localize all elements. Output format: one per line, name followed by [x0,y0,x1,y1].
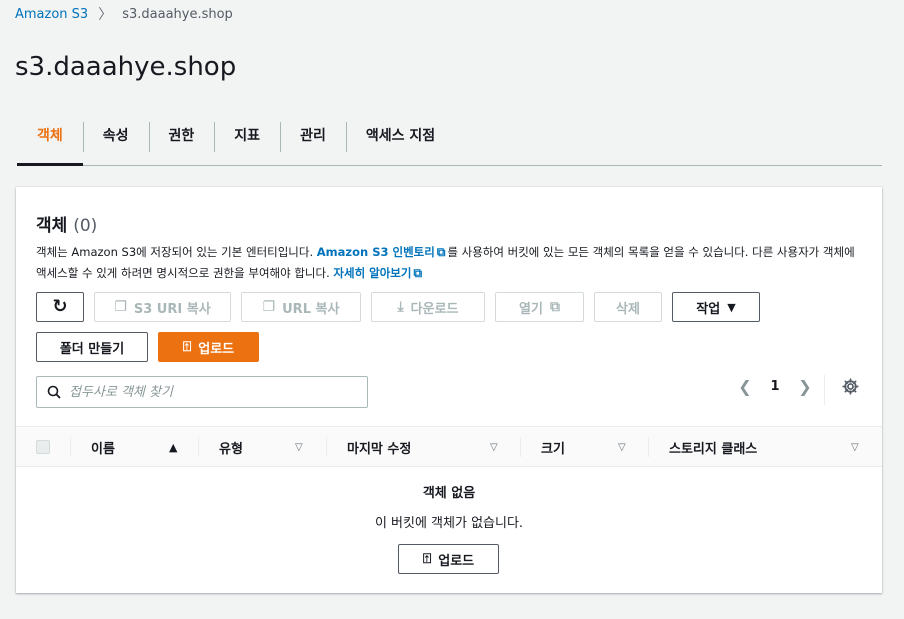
pagination: ❮ 1 ❯ [736,377,814,396]
upload-button[interactable]: ⍐ 업로드 [158,332,259,362]
copy-url-button[interactable]: ❐ URL 복사 [241,292,361,322]
empty-state-title: 객체 없음 [422,486,476,501]
column-header-size[interactable]: 크기 ▽ [541,427,641,467]
column-name-label: 이름 [91,441,115,457]
caret-down-icon: ▼ [727,300,736,314]
breadcrumb-root-link[interactable]: Amazon S3 [15,7,88,22]
inventory-link[interactable]: Amazon S3 인벤토리 [317,245,435,259]
column-header-name[interactable]: 이름 ▲ [91,427,191,467]
column-header-storage-class[interactable]: 스토리지 클래스 ▽ [669,427,869,467]
sort-icon: ▽ [618,441,626,453]
tab-objects[interactable]: 객체 [17,121,83,166]
download-button[interactable]: ⤓ 다운로드 [371,292,485,322]
panel-header: 객체 (0) [36,211,97,236]
chevron-right-icon[interactable]: ❯ [796,377,814,396]
search-box [36,376,368,408]
column-header-type[interactable]: 유형 ▽ [219,427,324,467]
panel-description: 객체는 Amazon S3에 저장되어 있는 기본 엔터티입니다. Amazon… [36,242,866,284]
empty-state-description: 이 버킷에 객체가 없습니다. [374,516,524,531]
search-input[interactable] [69,384,349,400]
copy-s3-uri-button[interactable]: ❐ S3 URI 복사 [94,292,231,322]
column-last-modified-label: 마지막 수정 [347,441,412,457]
column-storage-class-label: 스토리지 클래스 [669,441,758,457]
create-folder-button[interactable]: 폴더 만들기 [36,332,148,362]
tab-bar: 객체 속성 권한 지표 관리 액세스 지점 [17,121,882,166]
tab-metrics[interactable]: 지표 [214,121,280,152]
sort-icon: ▽ [295,441,303,453]
breadcrumb-current: s3.daaahye.shop [122,6,233,22]
objects-panel: 객체 (0) 객체는 Amazon S3에 저장되어 있는 기본 엔터티입니다.… [16,187,882,593]
column-divider [520,437,521,457]
actions-label: 작업 [696,301,721,317]
tab-management[interactable]: 관리 [280,121,346,152]
column-size-label: 크기 [541,441,565,457]
external-link-icon: ⧉ [549,299,560,315]
download-label: 다운로드 [410,301,459,317]
actions-dropdown[interactable]: 작업 ▼ [672,292,760,322]
page-number[interactable]: 1 [754,379,796,394]
divider [824,375,825,405]
tab-properties[interactable]: 속성 [82,121,149,152]
download-icon: ⤓ [397,299,404,315]
learn-more-link[interactable]: 자세히 알아보기 [333,266,411,280]
column-divider [70,437,71,457]
copy-icon: ❐ [262,299,276,315]
column-type-label: 유형 [219,441,243,457]
refresh-button[interactable]: ↻ [36,292,84,322]
create-folder-label: 폴더 만들기 [59,341,125,357]
object-count: (0) [73,216,98,236]
panel-title: 객체 [36,216,68,236]
open-button[interactable]: 열기 ⧉ [495,292,584,322]
external-link-icon: ⧉ [436,245,446,259]
refresh-icon: ↻ [52,296,68,317]
upload-label: 업로드 [198,341,235,357]
empty-upload-button[interactable]: ⍐ 업로드 [398,544,499,574]
upload-icon: ⍐ [422,551,432,567]
delete-button[interactable]: 삭제 [594,292,662,322]
copy-s3-uri-label: S3 URI 복사 [133,301,211,317]
copy-icon: ❐ [114,299,127,315]
select-all-checkbox[interactable] [36,440,50,454]
empty-upload-label: 업로드 [438,553,475,569]
delete-label: 삭제 [616,301,640,317]
copy-url-label: URL 복사 [282,301,340,317]
sort-ascending-icon: ▲ [169,440,178,454]
open-label: 열기 [519,301,543,317]
column-divider [326,437,327,457]
chevron-right-icon: 〉 [98,7,113,23]
column-header-last-modified[interactable]: 마지막 수정 ▽ [347,427,517,467]
chevron-left-icon[interactable]: ❮ [736,377,754,396]
page-title: s3.daaahye.shop [15,52,237,82]
tab-permissions[interactable]: 권한 [148,121,215,152]
column-divider [198,437,199,457]
table-header: 이름 ▲ 유형 ▽ 마지막 수정 ▽ 크기 ▽ 스토리지 클래스 ▽ [16,426,882,467]
upload-icon: ⍐ [182,339,192,355]
tab-access-points[interactable]: 액세스 지점 [345,121,455,152]
search-icon [47,385,61,399]
description-text: 객체는 Amazon S3에 저장되어 있는 기본 엔터티입니다. [36,245,317,259]
column-divider [648,437,649,457]
sort-icon: ▽ [851,441,859,453]
sort-icon: ▽ [490,441,498,453]
gear-icon[interactable] [842,378,859,395]
breadcrumb: Amazon S3 〉 s3.daaahye.shop [15,4,233,24]
external-link-icon: ⧉ [413,266,423,280]
